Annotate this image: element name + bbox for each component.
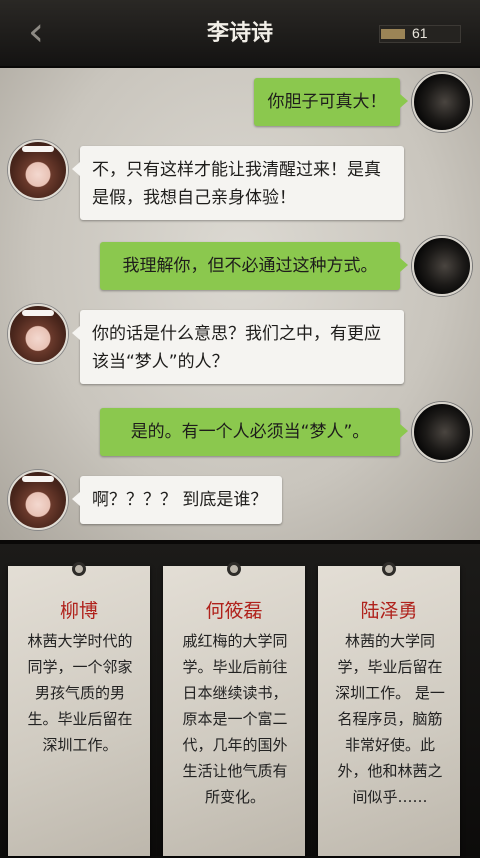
pushpin-icon: [68, 558, 90, 584]
character-description: 林茜大学时代的同学，一个邻家男孩气质的男生。毕业后留在深圳工作。: [27, 632, 133, 754]
battery-level: 61: [412, 25, 428, 41]
character-card[interactable]: 柳博 林茜大学时代的同学，一个邻家男孩气质的男生。毕业后留在深圳工作。: [8, 562, 150, 856]
character-name: 何筱磊: [205, 600, 263, 622]
message-outgoing: 你胆子可真大！: [254, 78, 408, 126]
character-name: 柳博: [59, 600, 98, 622]
character-cards-panel: 柳博 林茜大学时代的同学，一个邻家男孩气质的男生。毕业后留在深圳工作。 何筱磊 …: [0, 540, 480, 858]
character-card[interactable]: 陆泽勇 林茜的大学同学，毕业后留在深圳工作。 是一名程序员，脑筋非常好使。此外，…: [318, 562, 460, 856]
message-incoming: 不，只有这样才能让我清醒过来！是真是假，我想自己亲身体验！: [72, 146, 404, 220]
character-description: 戚红梅的大学同学。毕业后前往日本继续读书，原本是一个富二代，几年的国外生活让他气…: [182, 632, 288, 806]
battery-fill: [381, 29, 405, 39]
pushpin-icon: [223, 558, 245, 584]
character-description: 林茜的大学同学，毕业后留在深圳工作。 是一名程序员，脑筋非常好使。此外，他和林茜…: [335, 632, 445, 806]
pushpin-icon: [378, 558, 400, 584]
battery-indicator: 61: [379, 25, 461, 43]
chat-area[interactable]: 你胆子可真大！ 不，只有这样才能让我清醒过来！是真是假，我想自己亲身体验！ 我理…: [0, 68, 480, 540]
top-bar: ‹ 李诗诗 61: [0, 0, 480, 68]
contact-avatar: [8, 304, 68, 364]
player-avatar: [412, 402, 472, 462]
message-outgoing: 我理解你，但不必通过这种方式。: [100, 242, 408, 290]
message-outgoing: 是的。有一个人必须当“梦人”。: [100, 408, 408, 456]
character-card[interactable]: 何筱磊 戚红梅的大学同学。毕业后前往日本继续读书，原本是一个富二代，几年的国外生…: [163, 562, 305, 856]
player-avatar: [412, 72, 472, 132]
contact-avatar: [8, 140, 68, 200]
player-avatar: [412, 236, 472, 296]
contact-avatar: [8, 470, 68, 530]
message-incoming: 你的话是什么意思？我们之中，有更应该当“梦人”的人？: [72, 310, 404, 384]
character-name: 陆泽勇: [360, 600, 418, 622]
message-incoming: 啊？？？？ 到底是谁？: [72, 476, 282, 524]
